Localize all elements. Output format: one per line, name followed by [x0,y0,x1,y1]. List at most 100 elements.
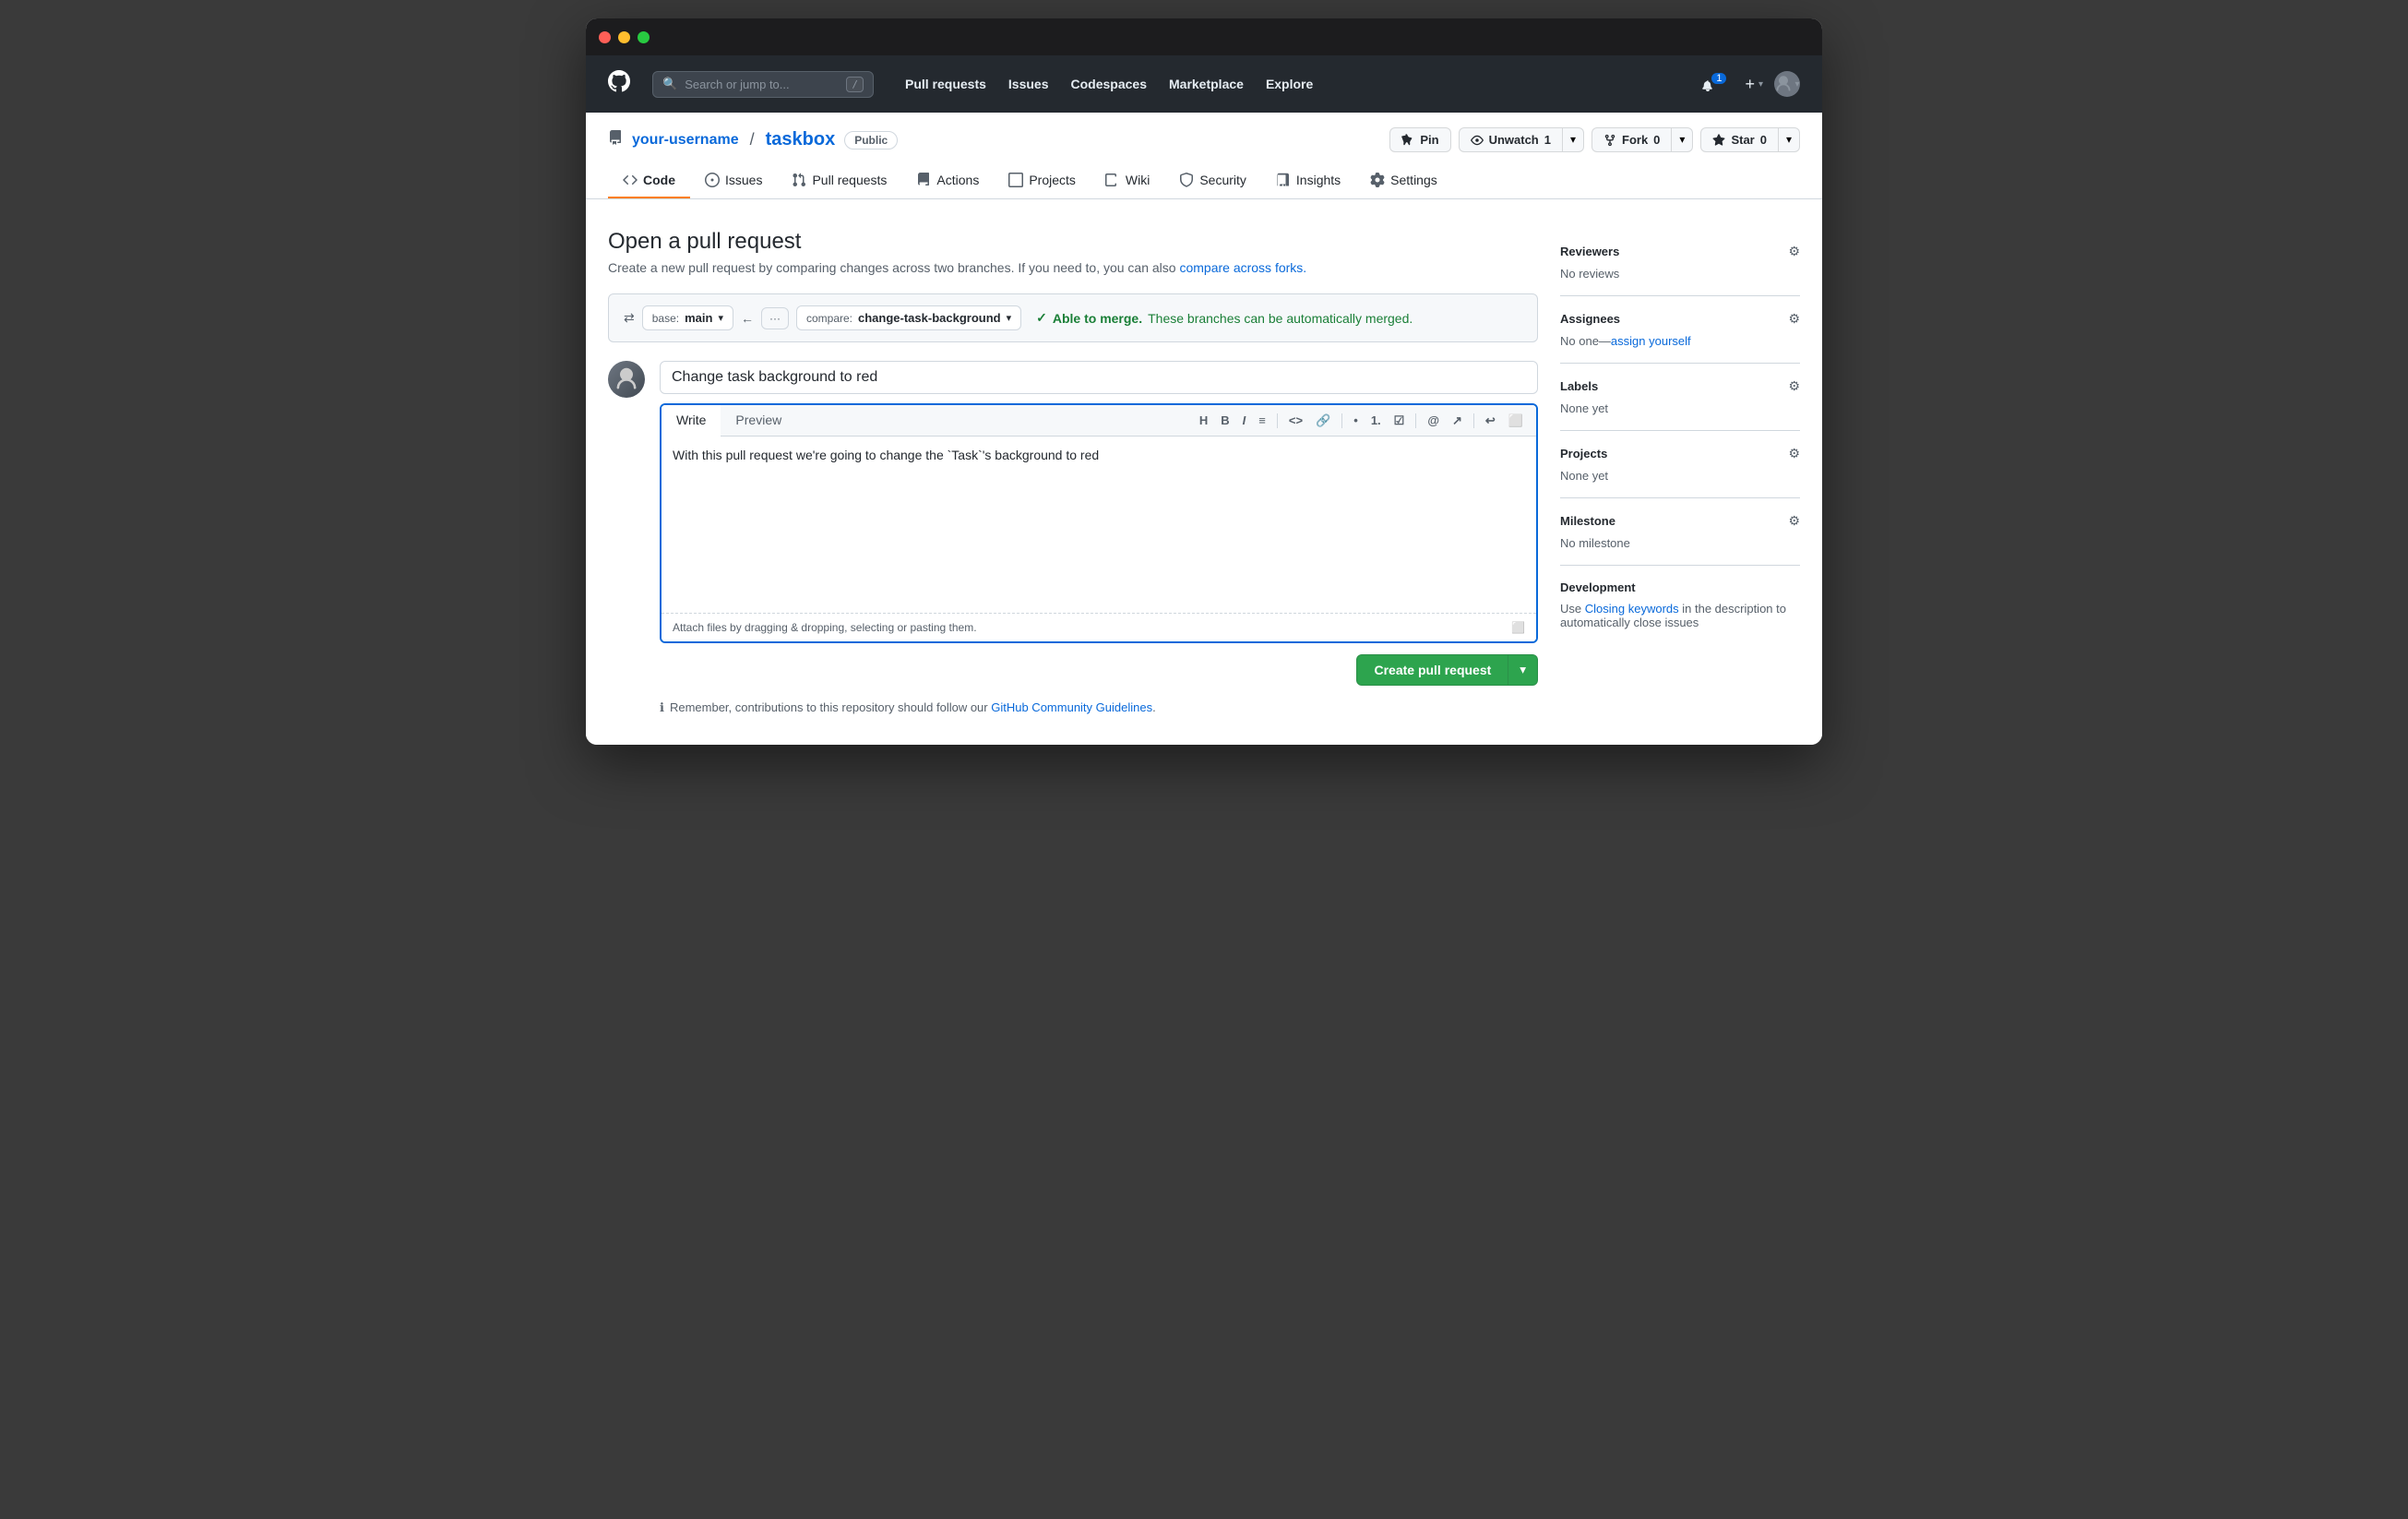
milestone-title: Milestone [1560,514,1615,528]
reviewers-value: No reviews [1560,267,1619,281]
github-logo[interactable] [608,70,630,99]
subtitle-text: Create a new pull request by comparing c… [608,260,1176,275]
milestone-gear[interactable]: ⚙ [1788,513,1800,529]
watch-caret[interactable]: ▾ [1563,127,1584,152]
bold-btn[interactable]: B [1215,410,1234,431]
assignees-value: No one—assign yourself [1560,334,1691,348]
projects-header: Projects ⚙ [1560,446,1800,461]
tab-issues[interactable]: Issues [690,163,777,198]
tab-code-label: Code [643,173,675,187]
labels-section: Labels ⚙ None yet [1560,364,1800,431]
user-avatar[interactable]: ▾ [1774,71,1800,97]
assignees-title: Assignees [1560,312,1620,326]
compare-arrows-icon: ⇄ [624,310,635,326]
preview-tab[interactable]: Preview [721,405,796,436]
unordered-list-btn[interactable]: • [1348,410,1364,431]
navbar-actions: 1 + ▾ ▾ [1700,71,1800,97]
tab-code[interactable]: Code [608,163,690,198]
repo-tabs: Code Issues Pull requests Actions Projec… [608,163,1800,198]
projects-gear[interactable]: ⚙ [1788,446,1800,461]
watch-label: Unwatch [1489,133,1539,147]
file-attach-area[interactable]: Attach files by dragging & dropping, sel… [662,613,1536,641]
tab-settings[interactable]: Settings [1355,163,1452,198]
markdown-editor: Write Preview H B I ≡ <> 🔗 [660,403,1538,643]
create-pr-caret[interactable]: ▾ [1508,654,1538,686]
repo-title-row: your-username / taskbox Public Pin Unwat… [608,127,1800,152]
tab-pr-label: Pull requests [812,173,887,187]
navbar-marketplace[interactable]: Marketplace [1160,71,1253,97]
assignees-gear[interactable]: ⚙ [1788,311,1800,327]
add-button[interactable]: + ▾ [1745,75,1763,94]
pr-title-input[interactable] [660,361,1538,394]
tab-insights[interactable]: Insights [1261,163,1355,198]
undo-btn[interactable]: ↩ [1480,410,1501,432]
navbar-pull-requests[interactable]: Pull requests [896,71,995,97]
watch-group: Unwatch 1 ▾ [1459,127,1584,152]
repo-owner[interactable]: your-username [632,132,739,149]
check-icon: ✓ [1036,310,1047,326]
create-btn-group: Create pull request ▾ [1356,654,1538,686]
mention-btn[interactable]: @ [1422,410,1445,431]
italic-btn[interactable]: I [1237,410,1252,431]
quote-btn[interactable]: ≡ [1253,410,1271,431]
tab-actions[interactable]: Actions [901,163,994,198]
navbar-codespaces[interactable]: Codespaces [1062,71,1156,97]
search-bar[interactable]: 🔍 Search or jump to... / [652,71,874,98]
watch-button[interactable]: Unwatch 1 [1459,127,1563,152]
ordered-list-btn[interactable]: 1. [1365,410,1387,431]
reference-btn[interactable]: ↗ [1447,410,1468,432]
compare-chevron: ▾ [1007,312,1012,324]
pin-button[interactable]: Pin [1389,127,1450,152]
star-button[interactable]: Star 0 [1700,127,1779,152]
tab-pull-requests[interactable]: Pull requests [777,163,901,198]
navbar-links: Pull requests Issues Codespaces Marketpl… [896,71,1322,97]
user-avatar-pr [608,361,645,398]
tab-wiki-label: Wiki [1126,173,1150,187]
tab-settings-label: Settings [1390,173,1437,187]
star-caret[interactable]: ▾ [1779,127,1800,152]
fullscreen-btn[interactable]: ⬜ [1503,410,1529,432]
milestone-value: No milestone [1560,536,1630,550]
compare-branch-select[interactable]: compare: change-task-background ▾ [796,305,1021,330]
browser-window: 🔍 Search or jump to... / Pull requests I… [586,18,1822,745]
close-button[interactable] [599,31,611,43]
fork-group: Fork 0 ▾ [1591,127,1693,152]
pr-body-textarea[interactable]: With this pull request we're going to ch… [662,437,1536,610]
repo-name[interactable]: taskbox [766,129,836,150]
repo-icon [608,130,623,150]
milestone-section: Milestone ⚙ No milestone [1560,498,1800,566]
sidebar: Reviewers ⚙ No reviews Assignees ⚙ No on… [1560,229,1800,715]
merge-status-text: These branches can be automatically merg… [1148,311,1413,326]
navbar-issues[interactable]: Issues [999,71,1058,97]
editor-tabs: Write Preview H B I ≡ <> 🔗 [662,405,1536,437]
heading-btn[interactable]: H [1194,410,1213,431]
maximize-button[interactable] [638,31,650,43]
star-label: Star [1731,133,1754,147]
ellipsis-button[interactable]: ··· [761,307,789,329]
task-list-btn[interactable]: ☑ [1389,410,1411,432]
avatar-image [608,361,645,398]
create-pr-button[interactable]: Create pull request [1356,654,1508,686]
base-branch-select[interactable]: base: main ▾ [642,305,733,330]
community-guidelines-link[interactable]: GitHub Community Guidelines [991,700,1152,714]
labels-gear[interactable]: ⚙ [1788,378,1800,394]
base-label: base: [652,312,679,325]
code-btn[interactable]: <> [1283,410,1308,431]
fork-button[interactable]: Fork 0 [1591,127,1672,152]
branch-comparison-row: ⇄ base: main ▾ ← ··· compare: change-tas… [608,293,1538,342]
write-tab[interactable]: Write [662,405,721,437]
navbar-explore[interactable]: Explore [1257,71,1322,97]
compare-forks-link[interactable]: compare across forks. [1179,260,1306,275]
repo-actions: Pin Unwatch 1 ▾ Fork 0 ▾ [1389,127,1800,152]
closing-keywords-link[interactable]: Closing keywords [1585,602,1679,616]
tab-security[interactable]: Security [1164,163,1261,198]
notification-button[interactable]: 1 [1700,77,1734,91]
fork-caret[interactable]: ▾ [1672,127,1693,152]
reviewers-gear[interactable]: ⚙ [1788,244,1800,259]
minimize-button[interactable] [618,31,630,43]
tab-projects[interactable]: Projects [994,163,1091,198]
search-icon: 🔍 [662,77,677,91]
tab-wiki[interactable]: Wiki [1091,163,1164,198]
assign-yourself-link[interactable]: assign yourself [1611,334,1691,348]
link-btn[interactable]: 🔗 [1310,410,1336,432]
